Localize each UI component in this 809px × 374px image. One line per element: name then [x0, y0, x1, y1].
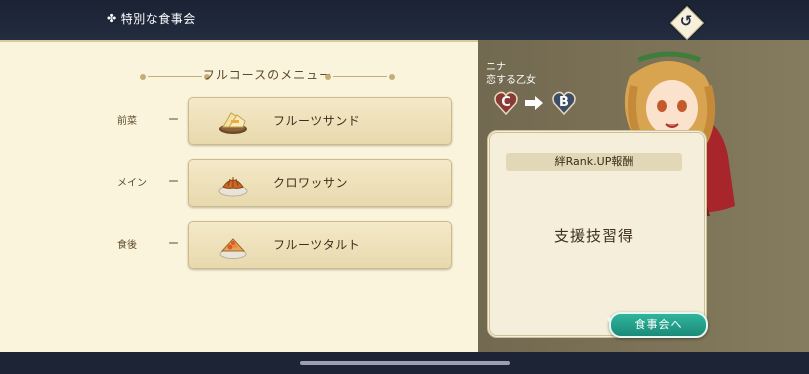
course-label: メイン: [117, 178, 147, 189]
ornament-right-icon: [325, 74, 395, 80]
sparkle-icon: ✦: [605, 315, 615, 326]
screen-title-text: 特別な食事会: [120, 12, 196, 26]
course-row-dessert: 食後 ー フルーツタルト: [0, 221, 478, 269]
menu-title-row: フルコースのメニュー: [140, 66, 395, 86]
rank-to: B: [559, 95, 569, 110]
reward-header: 絆Rank.UP報酬: [506, 153, 682, 171]
arrow-right-icon: [525, 96, 543, 110]
screen-title: ✤ 特別な食事会: [107, 10, 196, 27]
dish-name: フルーツタルト: [273, 238, 361, 252]
character-title: 恋する乙女: [486, 75, 536, 86]
dish-button-dessert[interactable]: フルーツタルト: [188, 221, 452, 269]
dish-name: クロワッサン: [273, 176, 349, 190]
home-indicator[interactable]: [300, 361, 510, 365]
course-label: 前菜: [117, 116, 137, 127]
course-label: 食後: [117, 240, 137, 251]
course-row-main: メイン ー クロワッサン: [0, 159, 478, 207]
fruit-sandwich-icon: [219, 112, 247, 134]
course-dash: ー: [168, 175, 179, 188]
dish-button-main[interactable]: クロワッサン: [188, 159, 452, 207]
reward-text: 支援技習得: [553, 227, 634, 245]
rank-change: C B: [489, 90, 589, 118]
go-to-dinner-label: 食事会へ: [634, 318, 683, 331]
croissant-icon: [218, 177, 248, 197]
go-to-dinner-button[interactable]: ✦ 食事会へ: [605, 312, 708, 338]
flower-icon: ✤: [107, 12, 117, 25]
rank-from: C: [501, 95, 511, 110]
back-arrow-icon: ↺: [679, 12, 693, 30]
dish-name: フルーツサンド: [273, 114, 361, 128]
reward-card: 絆Rank.UP報酬 支援技習得: [487, 130, 707, 338]
course-dash: ー: [168, 113, 179, 126]
course-row-starter: 前菜 ー フルーツサンド: [0, 97, 478, 145]
fruit-tart-icon: [219, 238, 247, 259]
dish-button-starter[interactable]: フルーツサンド: [188, 97, 452, 145]
back-button[interactable]: ↺: [670, 6, 704, 40]
course-dash: ー: [168, 237, 179, 250]
